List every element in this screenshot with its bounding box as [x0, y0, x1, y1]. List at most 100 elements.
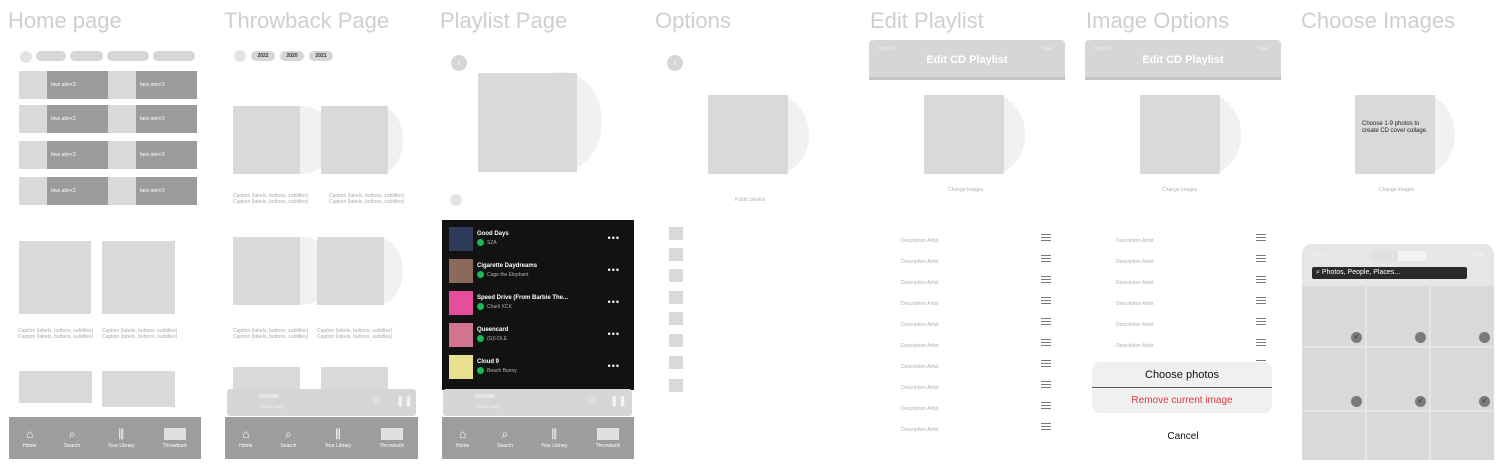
album-cover[interactable] [102, 241, 175, 314]
option-icon[interactable] [669, 248, 683, 261]
nav-search[interactable]: ⌕ Search [64, 428, 80, 449]
mini-player[interactable]: Helmet Steve Lacy ⎘ ❚❚ [227, 389, 416, 416]
drag-handle-icon[interactable] [1041, 234, 1051, 243]
drag-handle-icon[interactable] [1256, 318, 1266, 327]
picker-cancel-button[interactable]: Cancel [1310, 252, 1326, 258]
album-cover[interactable] [102, 371, 175, 407]
photo-thumb[interactable] [1302, 412, 1365, 460]
option-icon[interactable] [669, 227, 683, 240]
nav-throwback[interactable]: Throwback [596, 427, 620, 449]
pause-icon[interactable]: ❚❚ [610, 396, 627, 407]
cd-cover[interactable] [321, 106, 388, 174]
save-button[interactable]: Save [1258, 46, 1269, 52]
year-chip-2021[interactable]: 2021 [309, 51, 333, 61]
segmented-control[interactable] [1370, 251, 1426, 261]
more-icon[interactable]: ••• [608, 297, 620, 307]
mini-player[interactable]: Helmet Steve Lacy ⎘ ❚❚ [443, 389, 632, 416]
drag-handle-icon[interactable] [1041, 318, 1051, 327]
nav-library[interactable]: ⫼ Your Library [108, 428, 135, 449]
drag-handle-icon[interactable] [1256, 297, 1266, 306]
nav-search[interactable]: ⌕ Search [497, 428, 513, 449]
more-icon[interactable]: ••• [608, 361, 620, 371]
shortcut-tile[interactable]: favs atm<3 [108, 71, 197, 99]
unselected-circle-icon[interactable] [1415, 332, 1426, 343]
photo-thumb[interactable] [1431, 412, 1494, 460]
back-button[interactable]: ‹ [667, 55, 683, 71]
device-icon[interactable]: ⎘ [373, 396, 381, 407]
track-row[interactable]: Cloud 9 Beach Bunny ••• [442, 353, 628, 385]
option-icon[interactable] [669, 334, 683, 347]
shortcut-tile[interactable]: favs atm<3 [108, 141, 197, 169]
shortcut-tile[interactable]: favs atm<3 [19, 141, 108, 169]
shortcut-tile[interactable]: favs atm<3 [19, 105, 108, 133]
drag-handle-icon[interactable] [1041, 297, 1051, 306]
profile-avatar[interactable] [20, 51, 32, 63]
cd-cover[interactable] [233, 237, 300, 305]
save-button[interactable]: Save [1042, 46, 1053, 52]
pause-icon[interactable]: ❚❚ [396, 396, 413, 407]
sheet-cancel-button[interactable]: Cancel [1085, 431, 1281, 442]
drag-handle-icon[interactable] [1041, 423, 1051, 432]
shortcut-tile[interactable]: favs atm<3 [19, 177, 108, 205]
track-row[interactable]: Good Days SZA ••• [442, 225, 628, 257]
drag-handle-icon[interactable] [1041, 381, 1051, 390]
change-images-link[interactable]: Change Images [948, 187, 983, 193]
more-icon[interactable]: ••• [608, 233, 620, 243]
photo-thumb[interactable] [1367, 412, 1429, 460]
unselected-circle-icon[interactable] [1351, 396, 1362, 407]
track-row[interactable]: Cigarette Daydreams Cage the Elephant ••… [442, 257, 628, 289]
filter-chip[interactable] [36, 51, 66, 61]
owner-avatar[interactable] [450, 194, 462, 206]
nav-search[interactable]: ⌕ Search [281, 428, 297, 449]
album-cover[interactable] [19, 241, 91, 314]
unselected-circle-icon[interactable] [1479, 332, 1490, 343]
drag-handle-icon[interactable] [1041, 255, 1051, 264]
shortcut-tile[interactable]: favs atm<3 [19, 71, 108, 99]
device-icon[interactable]: ⎘ [588, 396, 596, 407]
more-icon[interactable]: ••• [608, 329, 620, 339]
drag-handle-icon[interactable] [1041, 402, 1051, 411]
nav-home[interactable]: ⌂ Home [239, 428, 252, 449]
year-chip-2020[interactable]: 2020 [280, 51, 304, 61]
nav-home[interactable]: ⌂ Home [23, 428, 36, 449]
nav-library[interactable]: ⫼ Your Library [325, 428, 352, 449]
filter-chip[interactable] [153, 51, 195, 61]
drag-handle-icon[interactable] [1041, 339, 1051, 348]
option-icon[interactable] [669, 356, 683, 369]
album-cover[interactable] [19, 371, 92, 403]
profile-avatar[interactable] [234, 50, 246, 62]
shortcut-tile[interactable]: favs atm<3 [108, 177, 197, 205]
drag-handle-icon[interactable] [1256, 255, 1266, 264]
selected-check-icon[interactable]: ✓ [1415, 396, 1426, 407]
year-chip-2022[interactable]: 2022 [251, 51, 275, 61]
back-button[interactable]: ‹ [451, 55, 467, 71]
option-icon[interactable] [669, 269, 683, 282]
option-icon[interactable] [669, 312, 683, 325]
nav-throwback[interactable]: Throwback [163, 427, 187, 449]
filter-chip[interactable] [70, 51, 103, 61]
option-icon[interactable] [669, 379, 683, 392]
drag-handle-icon[interactable] [1041, 276, 1051, 285]
nav-throwback[interactable]: Throwback [379, 427, 404, 449]
cd-cover[interactable] [317, 237, 384, 305]
change-images-link[interactable]: Change Images [1162, 187, 1197, 193]
drag-handle-icon[interactable] [1256, 339, 1266, 348]
more-icon[interactable]: ••• [608, 265, 620, 275]
track-row[interactable]: Speed Drive (From Barbie The... Charli X… [442, 289, 628, 321]
nav-home[interactable]: ⌂ Home [456, 428, 469, 449]
drag-handle-icon[interactable] [1256, 276, 1266, 285]
choose-photos-button[interactable]: Choose photos [1092, 362, 1272, 388]
drag-handle-icon[interactable] [1256, 234, 1266, 243]
remove-image-button[interactable]: Remove current image [1092, 389, 1272, 413]
filter-chip[interactable] [107, 51, 149, 61]
option-icon[interactable] [669, 291, 683, 304]
selected-check-icon[interactable]: ✓ [1479, 396, 1490, 407]
cancel-button[interactable]: Cancel [878, 46, 894, 52]
change-images-link[interactable]: Change Images [1379, 187, 1414, 193]
photo-search-input[interactable]: ⌕ Photos, People, Places... [1312, 267, 1467, 279]
cancel-button[interactable]: Cancel [1094, 46, 1110, 52]
nav-library[interactable]: ⫼ Your Library [541, 428, 568, 449]
picker-done-button[interactable]: Done [1472, 252, 1484, 258]
selected-check-icon[interactable]: ✓ [1351, 332, 1362, 343]
track-row[interactable]: Queencard (G)I-DLE ••• [442, 321, 628, 353]
